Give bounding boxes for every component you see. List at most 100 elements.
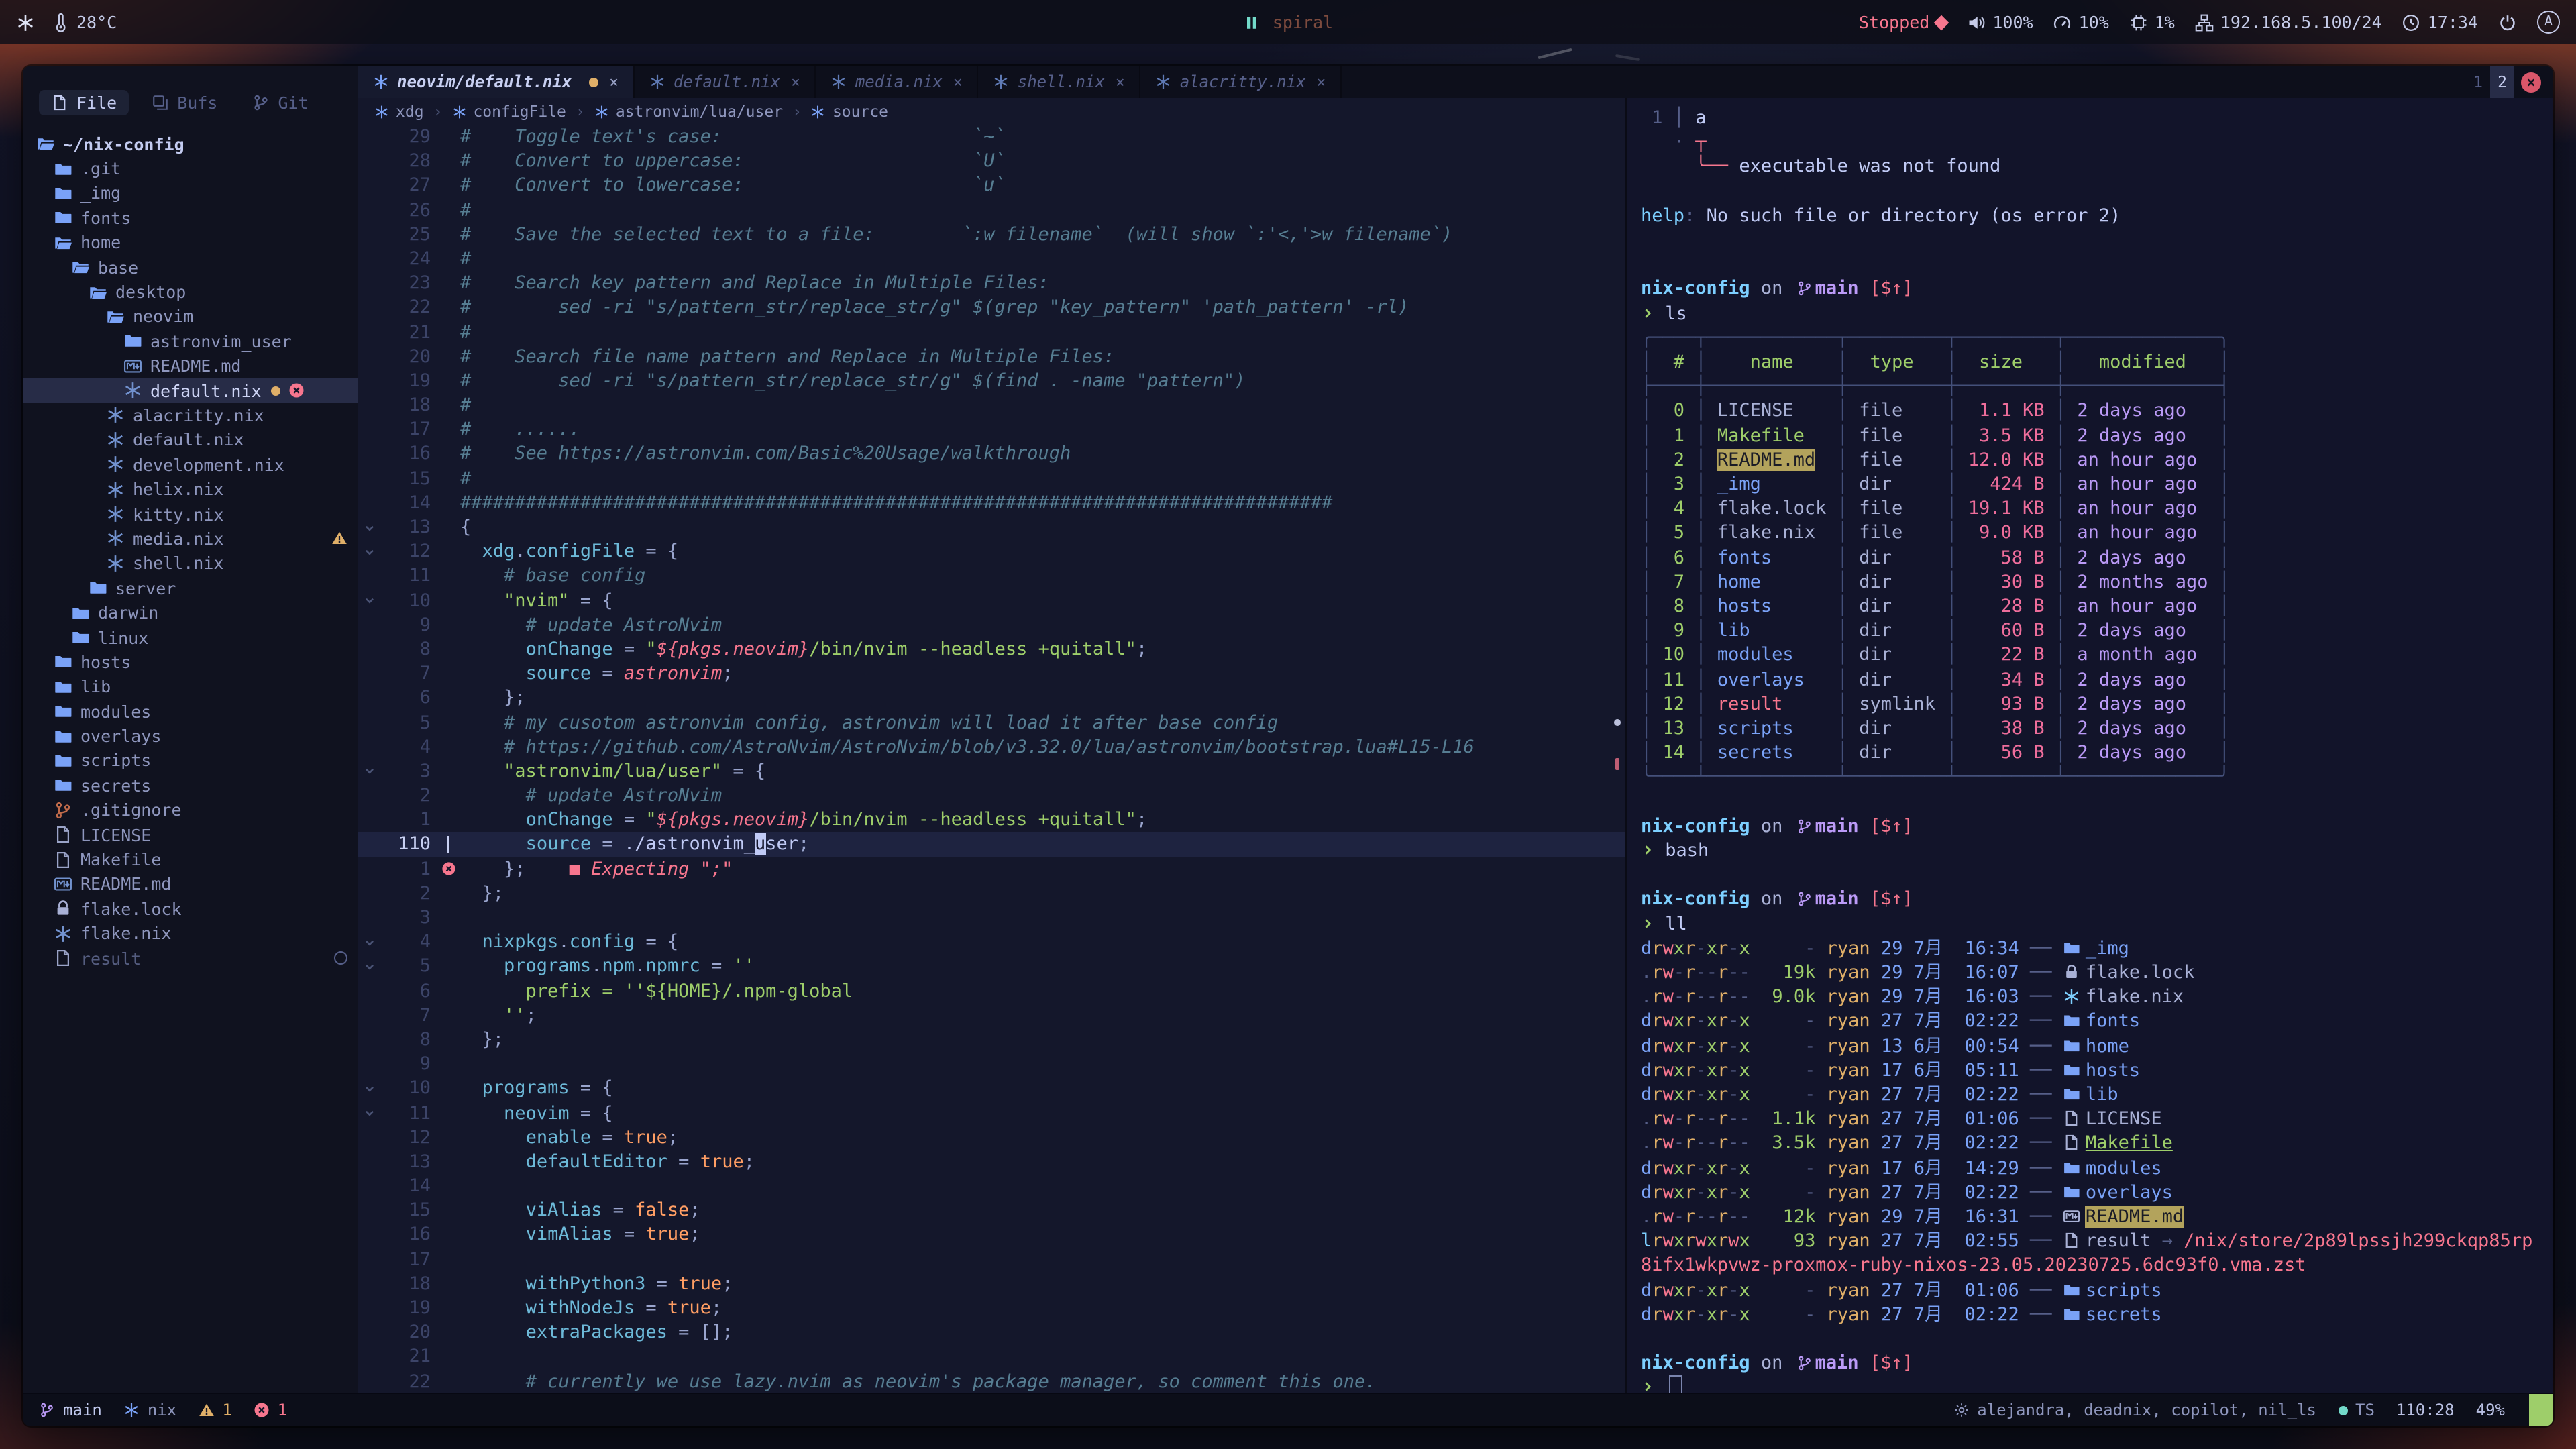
code-line[interactable]: 22 # currently we use lazy.nvim as neovi… xyxy=(358,1369,1625,1393)
code-line[interactable]: 24# xyxy=(358,247,1625,271)
breadcrumb-segment-xdg[interactable]: xdg xyxy=(374,102,424,121)
code-line[interactable]: 8 onChange = "${pkgs.neovim}/bin/nvim --… xyxy=(358,637,1625,661)
code-line[interactable]: 3 "astronvim/lua/user" = { xyxy=(358,759,1625,784)
code-line[interactable]: 10 "nvim" = { xyxy=(358,588,1625,612)
tab-git[interactable]: Git xyxy=(240,90,320,115)
tree-item-result[interactable]: result xyxy=(23,946,358,971)
close-icon[interactable]: × xyxy=(609,72,619,91)
code-line[interactable]: 5 # my cusotom astronvim config, astronv… xyxy=(358,710,1625,735)
code-line[interactable]: 15 viAlias = false; xyxy=(358,1199,1625,1223)
close-icon[interactable]: × xyxy=(1116,72,1125,91)
terminal-pane[interactable]: 1 │ a · ┬ ╰── executable was not foundhe… xyxy=(1625,98,2553,1393)
breadcrumb-segment-astronvim/lua/user[interactable]: astronvim/lua/user xyxy=(594,102,783,121)
code-line[interactable]: 19# sed -ri "s/pattern_str/replace_str/g… xyxy=(358,369,1625,393)
fold-chevron-icon[interactable] xyxy=(358,1077,380,1101)
code-line[interactable]: 16# See https://astronvim.com/Basic%20Us… xyxy=(358,442,1625,466)
buffer-tab-shell.nix[interactable]: shell.nix× xyxy=(979,66,1141,98)
code-line[interactable]: 20# Search file name pattern and Replace… xyxy=(358,344,1625,368)
code-line[interactable]: 3 xyxy=(358,906,1625,930)
code-line[interactable]: 8 }; xyxy=(358,1028,1625,1052)
code-line[interactable]: 7 ''; xyxy=(358,1004,1625,1028)
code-line[interactable]: 14######################################… xyxy=(358,491,1625,515)
close-icon[interactable]: × xyxy=(1317,72,1326,91)
tree-item-modules[interactable]: modules xyxy=(23,699,358,724)
statusline-errors[interactable]: 1 xyxy=(254,1401,287,1419)
tree-item-fonts[interactable]: fonts xyxy=(23,205,358,230)
code-line[interactable]: 16 vimAlias = true; xyxy=(358,1223,1625,1247)
tree-item-neovim[interactable]: neovim xyxy=(23,304,358,329)
code-line[interactable]: 9 # update AstroNvim xyxy=(358,613,1625,637)
temperature-widget[interactable]: 28°C xyxy=(51,12,117,32)
fold-chevron-icon[interactable] xyxy=(358,1101,380,1125)
tree-item-home[interactable]: home xyxy=(23,230,358,255)
buffer-tab-default.nix[interactable]: default.nix× xyxy=(635,66,816,98)
buffer-tab-neovim/default.nix[interactable]: neovim/default.nix× xyxy=(358,66,635,98)
code-line[interactable]: 4 nixpkgs.config = { xyxy=(358,930,1625,954)
tree-item-LICENSE[interactable]: LICENSE xyxy=(23,822,358,847)
tree-item-_img[interactable]: _img xyxy=(23,181,358,206)
code-line[interactable]: 5 programs.npm.npmrc = '' xyxy=(358,955,1625,979)
code-line[interactable]: 2 # update AstroNvim xyxy=(358,784,1625,808)
memory-widget[interactable]: 1% xyxy=(2129,12,2175,32)
tree-item-default.nix[interactable]: default.nix xyxy=(23,427,358,452)
code-line[interactable]: 2 }; xyxy=(358,881,1625,906)
power-icon[interactable] xyxy=(2498,13,2517,32)
fold-chevron-icon[interactable] xyxy=(358,930,380,954)
tree-item-README.md[interactable]: README.md xyxy=(23,871,358,896)
code-line[interactable]: 10 programs = { xyxy=(358,1077,1625,1101)
code-line[interactable]: 1 }; ■ Expecting ";" xyxy=(358,857,1625,881)
code-line[interactable]: 1 onChange = "${pkgs.neovim}/bin/nvim --… xyxy=(358,808,1625,833)
tree-item-.gitignore[interactable]: .gitignore xyxy=(23,798,358,822)
recording-widget[interactable]: Stopped xyxy=(1859,12,1947,32)
code-line[interactable]: 12 enable = true; xyxy=(358,1125,1625,1149)
tree-item-kitty.nix[interactable]: kitty.nix xyxy=(23,502,358,527)
buffer-tab-alacritty.nix[interactable]: alacritty.nix× xyxy=(1141,66,1342,98)
code-line[interactable]: 9 xyxy=(358,1052,1625,1076)
tree-item-default.nix[interactable]: default.nix xyxy=(23,378,358,403)
fold-chevron-icon[interactable] xyxy=(358,539,380,564)
tree-item-astronvim_user[interactable]: astronvim_user xyxy=(23,329,358,354)
close-icon[interactable]: × xyxy=(791,72,800,91)
statusline-warnings[interactable]: 1 xyxy=(198,1401,231,1419)
code-line[interactable]: 15# xyxy=(358,466,1625,490)
code-line[interactable]: 29# Toggle text's case: `~` xyxy=(358,125,1625,149)
tab-bufs[interactable]: Bufs xyxy=(140,90,229,115)
code-line[interactable]: 20 extraPackages = []; xyxy=(358,1320,1625,1344)
tree-item-~/nix-config[interactable]: ~/nix-config xyxy=(23,131,358,156)
tree-item-development.nix[interactable]: development.nix xyxy=(23,452,358,477)
code-line[interactable]: 11 neovim = { xyxy=(358,1101,1625,1125)
tabpage-2[interactable]: 2 xyxy=(2490,66,2514,98)
code-line[interactable]: 7 source = astronvim; xyxy=(358,661,1625,686)
breadcrumb-segment-source[interactable]: source xyxy=(811,102,888,121)
tree-item-README.md[interactable]: README.md xyxy=(23,354,358,378)
tree-item-Makefile[interactable]: Makefile xyxy=(23,847,358,872)
tree-item-secrets[interactable]: secrets xyxy=(23,773,358,798)
tree-item-helix.nix[interactable]: helix.nix xyxy=(23,477,358,502)
tree-item-.git[interactable]: .git xyxy=(23,156,358,181)
tree-item-lib[interactable]: lib xyxy=(23,674,358,699)
tree-item-darwin[interactable]: darwin xyxy=(23,600,358,625)
code-line[interactable]: 28# Convert to uppercase: `U` xyxy=(358,149,1625,173)
clock-widget[interactable]: 17:34 xyxy=(2402,12,2478,32)
tab-file[interactable]: File xyxy=(39,90,129,115)
tree-item-media.nix[interactable]: media.nix xyxy=(23,527,358,551)
code-line[interactable]: 23# Search key pattern and Replace in Mu… xyxy=(358,271,1625,295)
code-line[interactable]: 22# sed -ri "s/pattern_str/replace_str/g… xyxy=(358,296,1625,320)
code-line[interactable]: 21 xyxy=(358,1345,1625,1369)
code-line[interactable]: 6 prefix = ''${HOME}/.npm-global xyxy=(358,979,1625,1003)
tree-item-shell.nix[interactable]: shell.nix xyxy=(23,551,358,576)
tree-item-overlays[interactable]: overlays xyxy=(23,724,358,749)
code-line[interactable]: 6 }; xyxy=(358,686,1625,710)
cpu-widget[interactable]: 10% xyxy=(2053,12,2109,32)
breadcrumb-segment-configFile[interactable]: configFile xyxy=(451,102,566,121)
tree-item-flake.lock[interactable]: flake.lock xyxy=(23,896,358,921)
code-line[interactable]: 13 defaultEditor = true; xyxy=(358,1150,1625,1174)
tree-item-desktop[interactable]: desktop xyxy=(23,280,358,305)
code-line[interactable]: 17# ...... xyxy=(358,418,1625,442)
code-line[interactable]: 13{ xyxy=(358,515,1625,539)
code-line[interactable]: 27# Convert to lowercase: `u` xyxy=(358,174,1625,198)
tabpage-1[interactable]: 1 xyxy=(2466,66,2490,98)
tree-item-server[interactable]: server xyxy=(23,576,358,600)
tree-item-flake.nix[interactable]: flake.nix xyxy=(23,921,358,946)
tree-item-base[interactable]: base xyxy=(23,255,358,280)
